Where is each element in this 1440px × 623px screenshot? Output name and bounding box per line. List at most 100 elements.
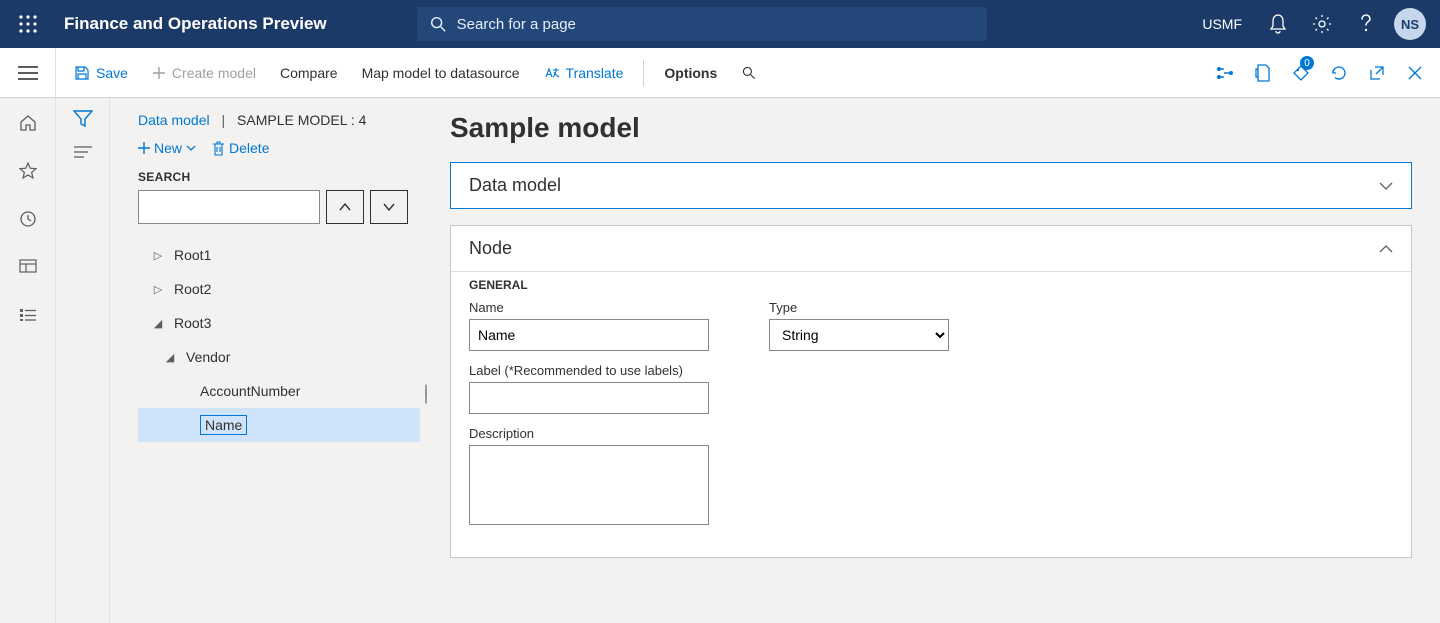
hamburger-icon: [18, 66, 38, 80]
plus-icon: [138, 142, 150, 154]
global-search-input[interactable]: [457, 16, 975, 33]
chevron-up-icon: [339, 203, 351, 211]
tree-node-label: Root2: [174, 281, 211, 297]
workspaces-icon[interactable]: [0, 254, 56, 280]
search-prev-button[interactable]: [326, 190, 364, 224]
page-title: Sample model: [450, 112, 1412, 144]
expand-icon[interactable]: ▷: [150, 249, 166, 262]
refresh-icon[interactable]: [1320, 48, 1358, 97]
plus-icon: [152, 66, 166, 80]
collapse-icon[interactable]: ◢: [162, 351, 178, 364]
tree-node-label: AccountNumber: [200, 383, 300, 399]
search-label: SEARCH: [138, 170, 420, 184]
chevron-up-icon: [1379, 245, 1393, 253]
left-rail: [0, 98, 56, 623]
data-model-header[interactable]: Data model: [451, 163, 1411, 208]
options-button[interactable]: Options: [652, 48, 729, 97]
data-model-section: Data model: [450, 162, 1412, 209]
breadcrumb: Data model | SAMPLE MODEL : 4: [138, 112, 420, 128]
nav-toggle[interactable]: [0, 48, 56, 97]
options-label: Options: [664, 65, 717, 81]
tree-node-accountnumber[interactable]: AccountNumber: [138, 374, 420, 408]
description-label: Description: [469, 426, 709, 441]
attachments-icon[interactable]: 0: [1282, 48, 1320, 97]
section-title: Node: [469, 238, 512, 259]
name-input[interactable]: [469, 319, 709, 351]
tree-node-label: Vendor: [186, 349, 230, 365]
compare-label: Compare: [280, 65, 338, 81]
map-model-label: Map model to datasource: [362, 65, 520, 81]
app-launcher-icon[interactable]: [0, 0, 56, 48]
new-button[interactable]: New: [138, 140, 196, 156]
collapse-icon[interactable]: ◢: [150, 317, 166, 330]
list-icon[interactable]: [74, 146, 92, 158]
create-model-button: Create model: [140, 48, 268, 97]
tree-panel: Data model | SAMPLE MODEL : 4 New Delete…: [110, 98, 430, 623]
breadcrumb-link[interactable]: Data model: [138, 112, 210, 128]
translate-icon: [544, 66, 560, 80]
name-label: Name: [469, 300, 709, 315]
chevron-down-icon: [186, 145, 196, 151]
search-next-button[interactable]: [370, 190, 408, 224]
save-icon: [74, 65, 90, 81]
breadcrumb-current: SAMPLE MODEL : 4: [237, 112, 366, 128]
page-icon[interactable]: [1244, 48, 1282, 97]
save-label: Save: [96, 65, 128, 81]
close-icon[interactable]: [1396, 48, 1434, 97]
node-header[interactable]: Node: [451, 226, 1411, 271]
find-button[interactable]: [729, 48, 769, 97]
tree-node-root1[interactable]: ▷ Root1: [138, 238, 420, 272]
type-select[interactable]: String: [769, 319, 949, 351]
tree-node-root2[interactable]: ▷ Root2: [138, 272, 420, 306]
general-heading: GENERAL: [469, 278, 1393, 292]
attachments-count: 0: [1300, 56, 1314, 70]
settings-icon[interactable]: [1300, 0, 1344, 48]
company-switcher[interactable]: USMF: [1188, 16, 1256, 32]
tree-node-label: Root1: [174, 247, 211, 263]
model-tree: ▷ Root1 ▷ Root2 ◢ Root3 ◢ Vendor Account…: [138, 238, 420, 442]
trash-icon: [212, 141, 225, 156]
delete-button[interactable]: Delete: [212, 140, 269, 156]
tree-node-label: Name: [200, 415, 247, 435]
compare-button[interactable]: Compare: [268, 48, 350, 97]
tree-node-root3[interactable]: ◢ Root3: [138, 306, 420, 340]
filter-icon[interactable]: [73, 110, 93, 128]
open-new-icon[interactable]: [1358, 48, 1396, 97]
app-title: Finance and Operations Preview: [56, 14, 327, 34]
create-model-label: Create model: [172, 65, 256, 81]
type-label: Type: [769, 300, 949, 315]
tree-search-input[interactable]: [138, 190, 320, 224]
save-button[interactable]: Save: [62, 48, 140, 97]
favorites-icon[interactable]: [0, 158, 56, 184]
tree-node-vendor[interactable]: ◢ Vendor: [138, 340, 420, 374]
node-section: Node GENERAL Name Label (*Recommended to…: [450, 225, 1412, 558]
home-icon[interactable]: [0, 110, 56, 136]
resize-handle[interactable]: ┃┃: [423, 388, 428, 402]
translate-label: Translate: [566, 65, 624, 81]
notifications-icon[interactable]: [1256, 0, 1300, 48]
command-bar: Save Create model Compare Map model to d…: [0, 48, 1440, 98]
recent-icon[interactable]: [0, 206, 56, 232]
translate-button[interactable]: Translate: [532, 48, 636, 97]
detail-panel: Sample model Data model Node GENERAL: [430, 98, 1440, 623]
label-input[interactable]: [469, 382, 709, 414]
new-label: New: [154, 140, 182, 156]
connector-icon[interactable]: [1206, 48, 1244, 97]
section-title: Data model: [469, 175, 561, 196]
tree-node-name[interactable]: Name: [138, 408, 420, 442]
global-search[interactable]: [417, 7, 987, 41]
filter-strip: [56, 98, 110, 623]
modules-icon[interactable]: [0, 302, 56, 328]
label-label: Label (*Recommended to use labels): [469, 363, 709, 378]
description-input[interactable]: [469, 445, 709, 525]
main: Data model | SAMPLE MODEL : 4 New Delete…: [0, 98, 1440, 623]
magnifier-icon: [741, 65, 757, 81]
expand-icon[interactable]: ▷: [150, 283, 166, 296]
user-avatar[interactable]: NS: [1394, 8, 1426, 40]
map-model-button[interactable]: Map model to datasource: [350, 48, 532, 97]
search-icon: [429, 15, 447, 33]
help-icon[interactable]: [1344, 0, 1388, 48]
tree-node-label: Root3: [174, 315, 211, 331]
breadcrumb-separator: |: [221, 112, 225, 128]
chevron-down-icon: [383, 203, 395, 211]
